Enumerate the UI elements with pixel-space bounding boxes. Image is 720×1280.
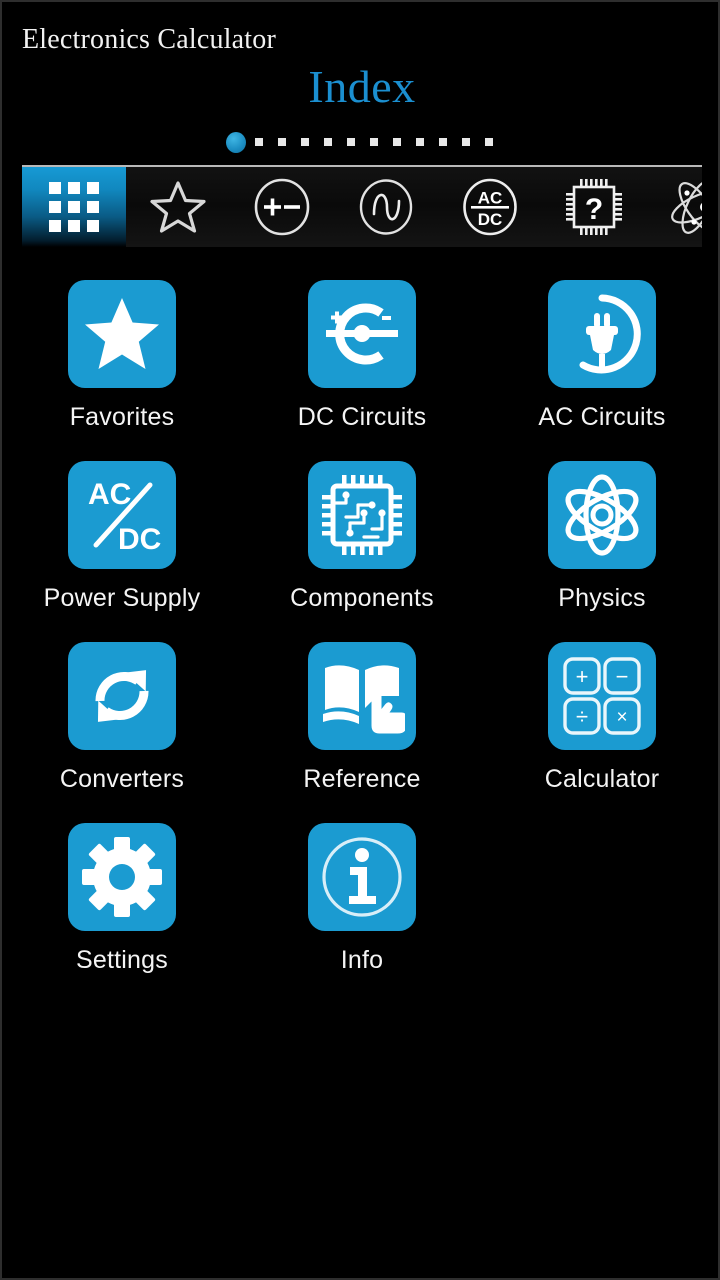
app-item-converters[interactable]: Converters xyxy=(2,634,242,815)
tab-dc-circuits[interactable] xyxy=(230,167,334,247)
app-label: Settings xyxy=(76,946,168,974)
physics-tile[interactable] xyxy=(548,461,656,569)
page-dot-inactive xyxy=(323,138,332,146)
app-item-favorites[interactable]: Favorites xyxy=(2,272,242,453)
chip-question-icon: ? xyxy=(566,179,622,235)
ac-circuits-tile[interactable] xyxy=(548,280,656,388)
refresh-arrows-icon xyxy=(95,670,149,722)
grid-icon xyxy=(49,182,99,232)
svg-text:DC: DC xyxy=(478,210,503,229)
acdc-bottom-text: DC xyxy=(118,523,161,556)
app-grid[interactable]: Favorites DC Circuits AC Circuits AC DC … xyxy=(2,272,718,996)
chip-icon xyxy=(322,475,402,555)
app-item-physics[interactable]: Physics xyxy=(482,453,718,634)
app-label: Components xyxy=(290,584,434,612)
info-circle-icon xyxy=(322,837,402,917)
app-label: AC Circuits xyxy=(538,403,666,431)
svg-text:?: ? xyxy=(585,193,603,226)
tab-physics[interactable] xyxy=(646,167,702,247)
app-label: Favorites xyxy=(69,403,175,431)
power-supply-tile[interactable]: AC DC xyxy=(68,461,176,569)
page-dot-inactive xyxy=(254,138,263,146)
atom-icon xyxy=(565,474,639,556)
tab-favorites[interactable] xyxy=(126,167,230,247)
page-dot-inactive xyxy=(484,138,493,146)
gear-icon xyxy=(82,837,162,917)
app-label: Converters xyxy=(59,765,185,793)
converters-tile[interactable] xyxy=(68,642,176,750)
page-dot[interactable] xyxy=(385,130,408,154)
page-dot[interactable] xyxy=(270,130,293,154)
plug-circle-icon xyxy=(579,294,641,374)
acdc-icon: AC DC xyxy=(463,178,517,236)
star-icon xyxy=(150,181,206,233)
acdc-top-text: AC xyxy=(88,478,131,511)
favorites-tile[interactable] xyxy=(68,280,176,388)
tab-power-supply[interactable]: AC DC xyxy=(438,167,542,247)
app-label: Reference xyxy=(303,765,421,793)
page-dot[interactable] xyxy=(454,130,477,154)
page-dot-inactive xyxy=(438,138,447,146)
page-dot[interactable] xyxy=(362,130,385,154)
page-dot[interactable] xyxy=(431,130,454,154)
app-item-reference[interactable]: Reference xyxy=(242,634,482,815)
calc-key-divide: ÷ xyxy=(576,704,588,729)
app-item-power-supply[interactable]: AC DC Power Supply xyxy=(2,453,242,634)
waveform-icon xyxy=(359,179,413,235)
page-dot[interactable] xyxy=(339,130,362,154)
page-dot-inactive xyxy=(300,138,309,146)
dc-circle-icon xyxy=(254,178,310,236)
page-indicator[interactable] xyxy=(2,130,718,154)
svg-text:AC: AC xyxy=(478,189,503,208)
tab-index[interactable] xyxy=(22,167,126,247)
app-label: Calculator xyxy=(544,765,660,793)
page-dot-inactive xyxy=(392,138,401,146)
tab-components[interactable]: ? xyxy=(542,167,646,247)
page-dot-inactive xyxy=(415,138,424,146)
page-dot-active xyxy=(225,131,246,153)
app-item-ac-circuits[interactable]: AC Circuits xyxy=(482,272,718,453)
calc-key-multiply: × xyxy=(616,707,627,728)
calculator-keys-icon: + − ÷ × xyxy=(563,657,641,735)
page-dot[interactable] xyxy=(316,130,339,154)
app-item-dc-circuits[interactable]: DC Circuits xyxy=(242,272,482,453)
page-dot[interactable] xyxy=(224,130,247,154)
page-dot-inactive xyxy=(369,138,378,146)
page-dot[interactable] xyxy=(247,130,270,154)
app-item-info[interactable]: Info xyxy=(242,815,482,996)
app-label: Physics xyxy=(558,584,646,612)
app-item-calculator[interactable]: + − ÷ × Calculator xyxy=(482,634,718,815)
info-tile[interactable] xyxy=(308,823,416,931)
dc-circuits-tile[interactable] xyxy=(308,280,416,388)
star-icon xyxy=(85,298,159,369)
app-label: Power Supply xyxy=(43,584,201,612)
book-hand-icon xyxy=(323,665,405,734)
app-item-components[interactable]: Components xyxy=(242,453,482,634)
tab-bar[interactable]: AC DC ? xyxy=(22,165,702,247)
page-title: Index xyxy=(308,61,416,112)
tab-ac-circuits[interactable] xyxy=(334,167,438,247)
app-label: DC Circuits xyxy=(297,403,427,431)
calc-key-plus: + xyxy=(576,664,589,689)
page-dot[interactable] xyxy=(408,130,431,154)
calculator-tile[interactable]: + − ÷ × xyxy=(548,642,656,750)
app-title: Electronics Calculator xyxy=(22,24,276,55)
dc-terminal-icon xyxy=(326,303,398,365)
app-screen: Electronics Calculator Index AC DC ? Fav… xyxy=(0,0,720,1280)
page-dot[interactable] xyxy=(293,130,316,154)
ac-dc-icon: AC DC xyxy=(88,478,161,556)
reference-tile[interactable] xyxy=(308,642,416,750)
page-dot-inactive xyxy=(277,138,286,146)
atom-icon xyxy=(671,180,702,234)
page-dot[interactable] xyxy=(477,130,500,154)
calc-key-minus: − xyxy=(616,664,629,689)
page-dot-inactive xyxy=(461,138,470,146)
app-item-settings[interactable]: Settings xyxy=(2,815,242,996)
page-dot-inactive xyxy=(346,138,355,146)
settings-tile[interactable] xyxy=(68,823,176,931)
components-tile[interactable] xyxy=(308,461,416,569)
app-label: Info xyxy=(340,946,384,974)
